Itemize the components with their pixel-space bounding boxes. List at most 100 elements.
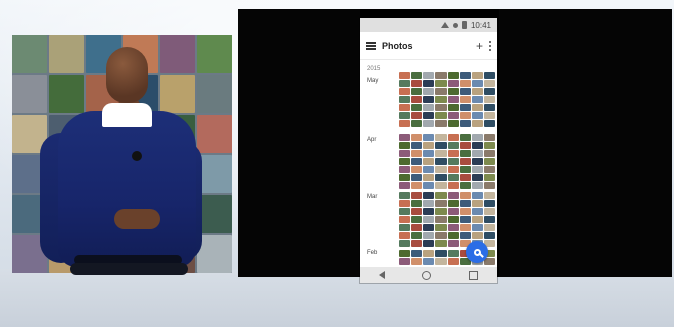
photo-thumbnail[interactable] — [459, 224, 471, 231]
photo-thumbnail[interactable] — [411, 72, 423, 79]
photo-thumbnail[interactable] — [411, 142, 423, 149]
photo-thumbnail[interactable] — [471, 216, 483, 223]
photo-thumbnail[interactable] — [435, 120, 447, 127]
photo-thumbnail[interactable] — [411, 112, 423, 119]
photo-thumbnail[interactable] — [483, 150, 495, 157]
photo-thumbnail[interactable] — [471, 104, 483, 111]
photo-thumbnail[interactable] — [459, 174, 471, 181]
photo-thumbnail[interactable] — [423, 182, 435, 189]
photo-thumbnail[interactable] — [435, 192, 447, 199]
plus-icon[interactable]: + — [476, 40, 483, 52]
photo-thumbnail[interactable] — [447, 80, 459, 87]
photo-thumbnail[interactable] — [483, 192, 495, 199]
photo-thumbnail[interactable] — [399, 174, 411, 181]
photo-thumbnail[interactable] — [459, 96, 471, 103]
photo-thumbnail[interactable] — [435, 96, 447, 103]
photo-thumbnail[interactable] — [411, 134, 423, 141]
photo-thumbnail[interactable] — [459, 166, 471, 173]
photo-thumbnail[interactable] — [447, 150, 459, 157]
photo-thumbnail[interactable] — [435, 232, 447, 239]
photo-thumbnail[interactable] — [423, 112, 435, 119]
photo-thumbnail[interactable] — [423, 96, 435, 103]
photo-thumbnail[interactable] — [423, 250, 435, 257]
photo-thumbnail[interactable] — [435, 208, 447, 215]
photo-thumbnail[interactable] — [411, 208, 423, 215]
photo-thumbnail[interactable] — [435, 150, 447, 157]
photo-thumbnail[interactable] — [423, 200, 435, 207]
photo-thumbnail[interactable] — [471, 232, 483, 239]
photo-thumbnail[interactable] — [471, 224, 483, 231]
photo-thumbnail[interactable] — [471, 72, 483, 79]
photo-thumbnail[interactable] — [423, 240, 435, 247]
photo-thumbnail[interactable] — [459, 72, 471, 79]
photo-thumbnail[interactable] — [435, 72, 447, 79]
photo-thumbnail[interactable] — [447, 166, 459, 173]
photo-thumbnail[interactable] — [399, 208, 411, 215]
photo-thumbnail[interactable] — [447, 120, 459, 127]
photo-thumbnail[interactable] — [447, 240, 459, 247]
photo-thumbnail[interactable] — [399, 88, 411, 95]
photo-thumbnail[interactable] — [399, 250, 411, 257]
photo-thumbnail[interactable] — [459, 112, 471, 119]
photo-thumbnail[interactable] — [447, 192, 459, 199]
photo-thumbnail[interactable] — [435, 216, 447, 223]
photo-thumbnail[interactable] — [447, 112, 459, 119]
photo-thumbnail[interactable] — [423, 258, 435, 265]
photo-thumbnail[interactable] — [399, 182, 411, 189]
photo-thumbnail[interactable] — [435, 200, 447, 207]
photo-thumbnail[interactable] — [411, 158, 423, 165]
photo-thumbnail[interactable] — [423, 208, 435, 215]
photo-thumbnail[interactable] — [447, 142, 459, 149]
photo-thumbnail[interactable] — [399, 166, 411, 173]
photo-thumbnail[interactable] — [459, 80, 471, 87]
photo-thumbnail[interactable] — [399, 240, 411, 247]
photo-thumbnail[interactable] — [423, 88, 435, 95]
photo-thumbnail[interactable] — [447, 104, 459, 111]
photo-thumbnail[interactable] — [399, 158, 411, 165]
photo-thumbnail[interactable] — [459, 216, 471, 223]
photo-thumbnail[interactable] — [411, 88, 423, 95]
photo-thumbnail[interactable] — [435, 166, 447, 173]
photo-thumbnail[interactable] — [423, 120, 435, 127]
photo-thumbnail[interactable] — [459, 142, 471, 149]
photo-thumbnail[interactable] — [483, 80, 495, 87]
photo-thumbnail[interactable] — [411, 166, 423, 173]
photos-timeline[interactable]: 2015 May Apr Mar Feb — [360, 60, 497, 267]
photo-thumbnail[interactable] — [399, 224, 411, 231]
photo-thumbnail[interactable] — [459, 192, 471, 199]
photo-thumbnail[interactable] — [411, 224, 423, 231]
photo-thumbnail[interactable] — [447, 88, 459, 95]
photo-thumbnail[interactable] — [411, 96, 423, 103]
photo-thumbnail[interactable] — [483, 88, 495, 95]
more-vert-icon[interactable] — [489, 40, 491, 51]
photo-thumbnail[interactable] — [411, 150, 423, 157]
photo-thumbnail[interactable] — [447, 158, 459, 165]
photo-thumbnail[interactable] — [447, 232, 459, 239]
back-icon[interactable] — [378, 271, 385, 279]
photo-thumbnail[interactable] — [471, 142, 483, 149]
photo-thumbnail[interactable] — [411, 192, 423, 199]
photo-thumbnail[interactable] — [447, 208, 459, 215]
photo-thumbnail[interactable] — [459, 104, 471, 111]
photo-thumbnail[interactable] — [435, 174, 447, 181]
photo-thumbnail[interactable] — [483, 224, 495, 231]
photo-thumbnail[interactable] — [483, 174, 495, 181]
photo-thumbnail[interactable] — [447, 250, 459, 257]
photo-thumbnail[interactable] — [399, 192, 411, 199]
photo-thumbnail[interactable] — [399, 200, 411, 207]
search-fab[interactable] — [466, 241, 488, 263]
photo-thumbnail[interactable] — [423, 80, 435, 87]
photo-thumbnail[interactable] — [423, 232, 435, 239]
photo-thumbnail[interactable] — [411, 104, 423, 111]
photo-thumbnail[interactable] — [435, 250, 447, 257]
photo-thumbnail[interactable] — [471, 80, 483, 87]
photo-thumbnail[interactable] — [471, 96, 483, 103]
photo-thumbnail[interactable] — [399, 134, 411, 141]
photo-thumbnail[interactable] — [483, 258, 495, 265]
photo-thumbnail[interactable] — [435, 158, 447, 165]
photo-thumbnail[interactable] — [483, 200, 495, 207]
photo-thumbnail[interactable] — [399, 232, 411, 239]
photo-thumbnail[interactable] — [459, 232, 471, 239]
photo-thumbnail[interactable] — [411, 258, 423, 265]
photo-thumbnail[interactable] — [399, 150, 411, 157]
